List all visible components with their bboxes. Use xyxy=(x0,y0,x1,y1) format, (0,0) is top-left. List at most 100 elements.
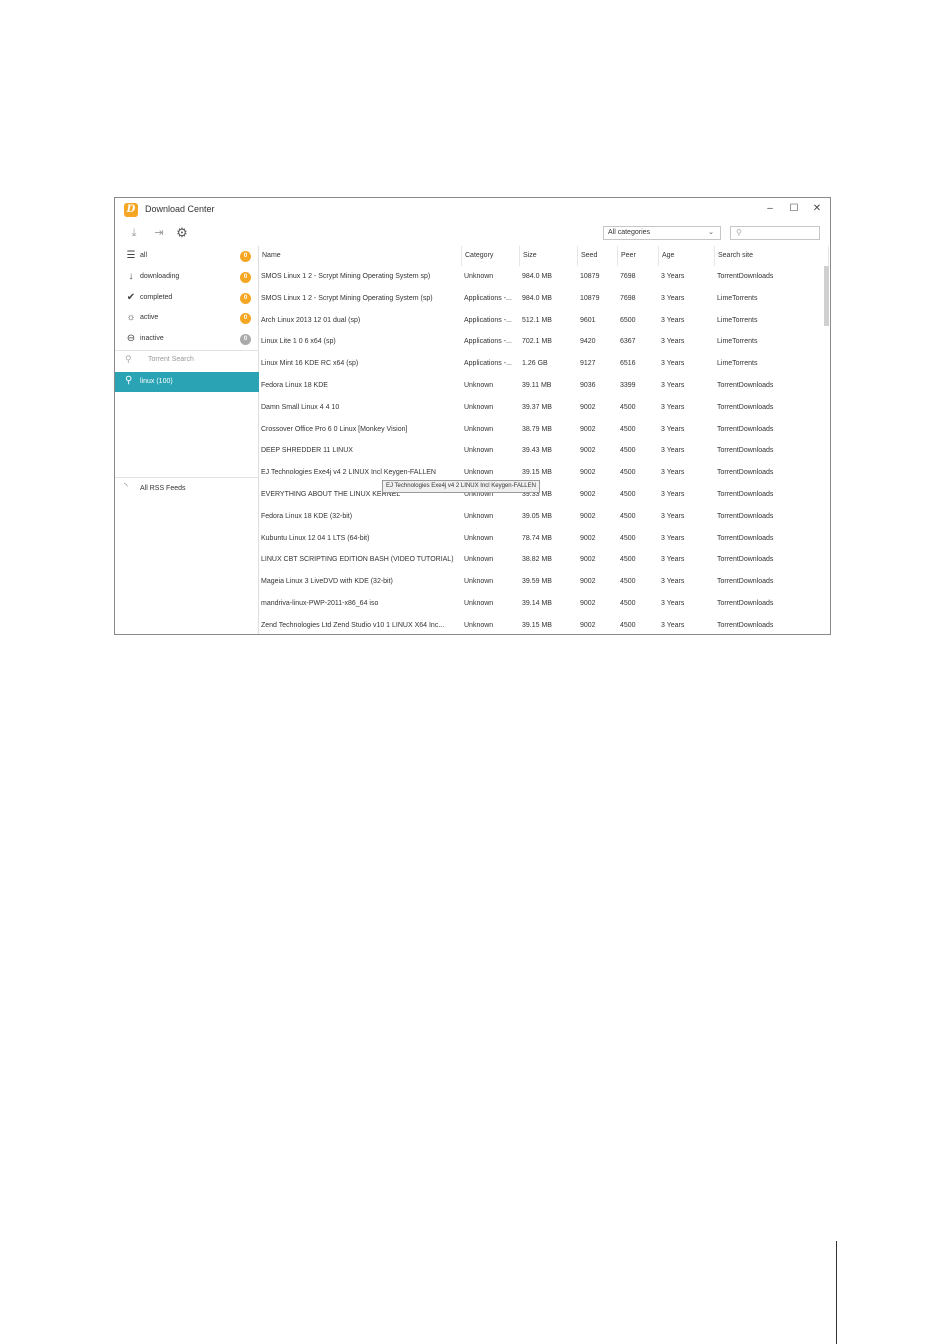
cell-category: Unknown xyxy=(464,425,494,433)
cell-age: 3 Years xyxy=(661,294,685,302)
cell-size: 78.74 MB xyxy=(522,534,552,542)
sidebar-item-inactive[interactable]: ⊖ inactive 0 xyxy=(115,329,259,349)
cell-category: Unknown xyxy=(464,273,494,280)
column-header-size[interactable]: Size xyxy=(520,246,578,266)
search-input[interactable]: ⚲ xyxy=(730,226,820,240)
cell-seed: 9002 xyxy=(580,491,596,498)
cell-size: 39.15 MB xyxy=(522,621,552,629)
table-row[interactable]: SMOS Linux 1 2 - Scrypt Mining Operating… xyxy=(259,288,820,310)
table-row[interactable]: Linux Lite 1 0 6 x64 (sp) Applications -.… xyxy=(259,331,820,353)
cell-search-site: TorrentDownloads xyxy=(717,382,774,389)
table-row[interactable]: Damn Small Linux 4 4 10 Unknown 39.37 MB 90… xyxy=(259,397,820,419)
cell-search-site: TorrentDownloads xyxy=(717,578,774,586)
cell-size: 39.11 MB xyxy=(522,382,552,389)
cell-peer: 6367 xyxy=(620,338,636,346)
sidebar-item-linux-search[interactable]: ⚲ linux (100) xyxy=(115,372,259,392)
minus-circle-icon: ⊖ xyxy=(126,333,136,344)
cell-name: Crossover Office Pro 6 0 Linux [Monkey V… xyxy=(261,425,408,433)
cell-age: 3 Years xyxy=(661,534,685,542)
table-row[interactable]: Fedora Linux 18 KDE (32-bit) Unknown 39.05… xyxy=(259,506,820,528)
sidebar-item-active[interactable]: ☼ active 0 xyxy=(115,308,259,328)
cell-search-site: TorrentDownloads xyxy=(717,534,774,542)
count-badge: 0 xyxy=(240,251,251,262)
cell-category: Unknown xyxy=(464,382,494,389)
cell-size: 39.59 MB xyxy=(522,578,552,586)
sidebar-item-label: All RSS Feeds xyxy=(140,485,186,492)
column-header-name[interactable]: Name xyxy=(259,246,462,266)
cell-peer: 6500 xyxy=(620,316,636,324)
cell-seed: 9002 xyxy=(580,469,596,477)
table-body[interactable]: SMOS Linux 1 2 - Scrypt Mining Operating… xyxy=(259,266,830,634)
cell-category: Unknown xyxy=(464,403,494,411)
maximize-button[interactable]: ☐ xyxy=(784,200,804,218)
download-icon[interactable]: ⤓ xyxy=(127,226,141,240)
export-icon[interactable]: ⇥ xyxy=(152,226,166,240)
sidebar-item-completed[interactable]: ✔ completed 0 xyxy=(115,288,259,308)
app-logo-icon: D xyxy=(124,203,138,217)
cell-name: LINUX CBT SCRIPTING EDITION BASH (VIDEO … xyxy=(261,556,454,564)
title-bar[interactable]: D Download Center – ☐ ✕ xyxy=(115,198,830,222)
table-row[interactable]: Mageia Linux 3 LiveDVD with KDE (32-bit)… xyxy=(259,571,820,593)
table-header: Name Category Size Seed Peer Age Search site xyxy=(259,246,830,266)
column-header-category[interactable]: Category xyxy=(462,246,520,266)
cell-search-site: TorrentDownloads xyxy=(717,600,774,607)
cell-name: Damn Small Linux 4 4 10 xyxy=(261,403,340,411)
cell-seed: 10879 xyxy=(580,294,600,302)
minimize-button[interactable]: – xyxy=(760,200,780,218)
cell-category: Unknown xyxy=(464,621,494,629)
torrent-search-input[interactable]: ⚲ Torrent Search xyxy=(115,350,259,370)
cell-name: Zend Technologies Ltd Zend Studio v10 1 … xyxy=(261,621,445,629)
close-button[interactable]: ✕ xyxy=(807,200,827,218)
cell-name: Linux Lite 1 0 6 x64 (sp) xyxy=(261,338,336,346)
table-row[interactable]: Arch Linux 2013 12 01 dual (sp) Applicati… xyxy=(259,310,820,332)
cell-search-site: LimeTorrents xyxy=(717,316,758,324)
table-row[interactable]: Fedora Linux 18 KDE Unknown 39.11 MB 9036 33… xyxy=(259,375,820,397)
table-row[interactable]: Zend Technologies Ltd Zend Studio v10 1 … xyxy=(259,615,820,634)
cell-category: Unknown xyxy=(464,534,494,542)
cell-size: 39.14 MB xyxy=(522,600,552,607)
cell-name: Fedora Linux 18 KDE (32-bit) xyxy=(261,512,353,520)
sun-icon: ☼ xyxy=(126,312,136,323)
search-icon: ⚲ xyxy=(125,375,133,386)
results-table: Name Category Size Seed Peer Age Search site S… xyxy=(259,246,830,634)
column-header-age[interactable]: Age xyxy=(659,246,715,266)
cell-name: SMOS Linux 1 2 - Scrypt Mining Operating… xyxy=(261,273,431,280)
cell-peer: 7698 xyxy=(620,294,636,302)
column-header-seed[interactable]: Seed xyxy=(578,246,618,266)
count-badge: 0 xyxy=(240,334,251,345)
sidebar-item-label: downloading xyxy=(140,273,180,280)
cell-search-site: TorrentDownloads xyxy=(717,469,774,477)
tooltip: EJ Technologies Exe4j v4 2 LINUX Incl Ke… xyxy=(382,480,540,493)
sidebar-item-label: linux (100) xyxy=(140,378,173,385)
gear-icon[interactable]: ⚙ xyxy=(175,226,189,240)
cell-category: Unknown xyxy=(464,512,494,520)
cell-peer: 3399 xyxy=(620,382,636,389)
cell-seed: 9002 xyxy=(580,621,596,629)
rss-icon: ◝ xyxy=(124,481,128,491)
vertical-scrollbar[interactable] xyxy=(824,266,829,326)
cell-peer: 4500 xyxy=(620,600,636,607)
column-header-peer[interactable]: Peer xyxy=(618,246,659,266)
sidebar-item-all[interactable]: ☰ all 0 xyxy=(115,246,259,266)
cell-age: 3 Years xyxy=(661,338,685,346)
category-select-value: All categories xyxy=(608,229,651,236)
table-row[interactable]: Crossover Office Pro 6 0 Linux [Monkey V… xyxy=(259,419,820,441)
table-row[interactable]: Linux Mint 16 KDE RC x64 (sp) Application… xyxy=(259,353,820,375)
search-icon: ⚲ xyxy=(736,228,742,237)
cell-size: 38.79 MB xyxy=(522,425,552,433)
cell-size: 984.0 MB xyxy=(522,294,552,302)
sidebar-item-rss-feeds[interactable]: ◝ All RSS Feeds xyxy=(115,478,259,498)
sidebar-item-downloading[interactable]: ↓ downloading 0 xyxy=(115,267,259,287)
cell-age: 3 Years xyxy=(661,512,685,520)
category-select[interactable]: All categories ⌄ xyxy=(603,226,721,240)
column-header-search-site[interactable]: Search site xyxy=(715,246,829,266)
table-row[interactable]: SMOS Linux 1 2 - Scrypt Mining Operating… xyxy=(259,266,820,288)
cell-peer: 4500 xyxy=(620,534,636,542)
table-row[interactable]: LINUX CBT SCRIPTING EDITION BASH (VIDEO … xyxy=(259,549,820,571)
cell-search-site: LimeTorrents xyxy=(717,360,758,368)
cell-category: Applications -... xyxy=(464,338,512,346)
table-row[interactable]: mandriva-linux-PWP-2011-x86_64 iso Unknow… xyxy=(259,593,820,615)
table-row[interactable]: Kubuntu Linux 12 04 1 LTS (64-bit) Unknow… xyxy=(259,528,820,550)
cell-category: Applications -... xyxy=(464,294,512,302)
table-row[interactable]: DEEP SHREDDER 11 LINUX Unknown 39.43 MB 900… xyxy=(259,440,820,462)
